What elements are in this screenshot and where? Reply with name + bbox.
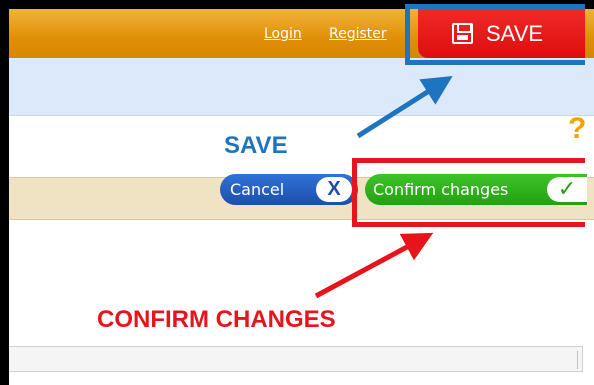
cancel-button[interactable]: Cancel X xyxy=(220,174,358,205)
save-highlight-box xyxy=(405,4,585,65)
confirm-highlight-box xyxy=(352,158,585,227)
toolbar-band xyxy=(9,58,594,116)
form-field[interactable] xyxy=(9,346,583,372)
cancel-button-label: Cancel xyxy=(230,180,285,199)
save-annotation-label: SAVE xyxy=(224,132,288,159)
register-link[interactable]: Register xyxy=(329,26,387,42)
confirm-annotation-label: CONFIRM CHANGES xyxy=(97,306,336,333)
login-link[interactable]: Login xyxy=(264,26,302,42)
close-icon: X xyxy=(316,177,352,202)
question-mark-icon[interactable]: ? xyxy=(568,114,586,144)
